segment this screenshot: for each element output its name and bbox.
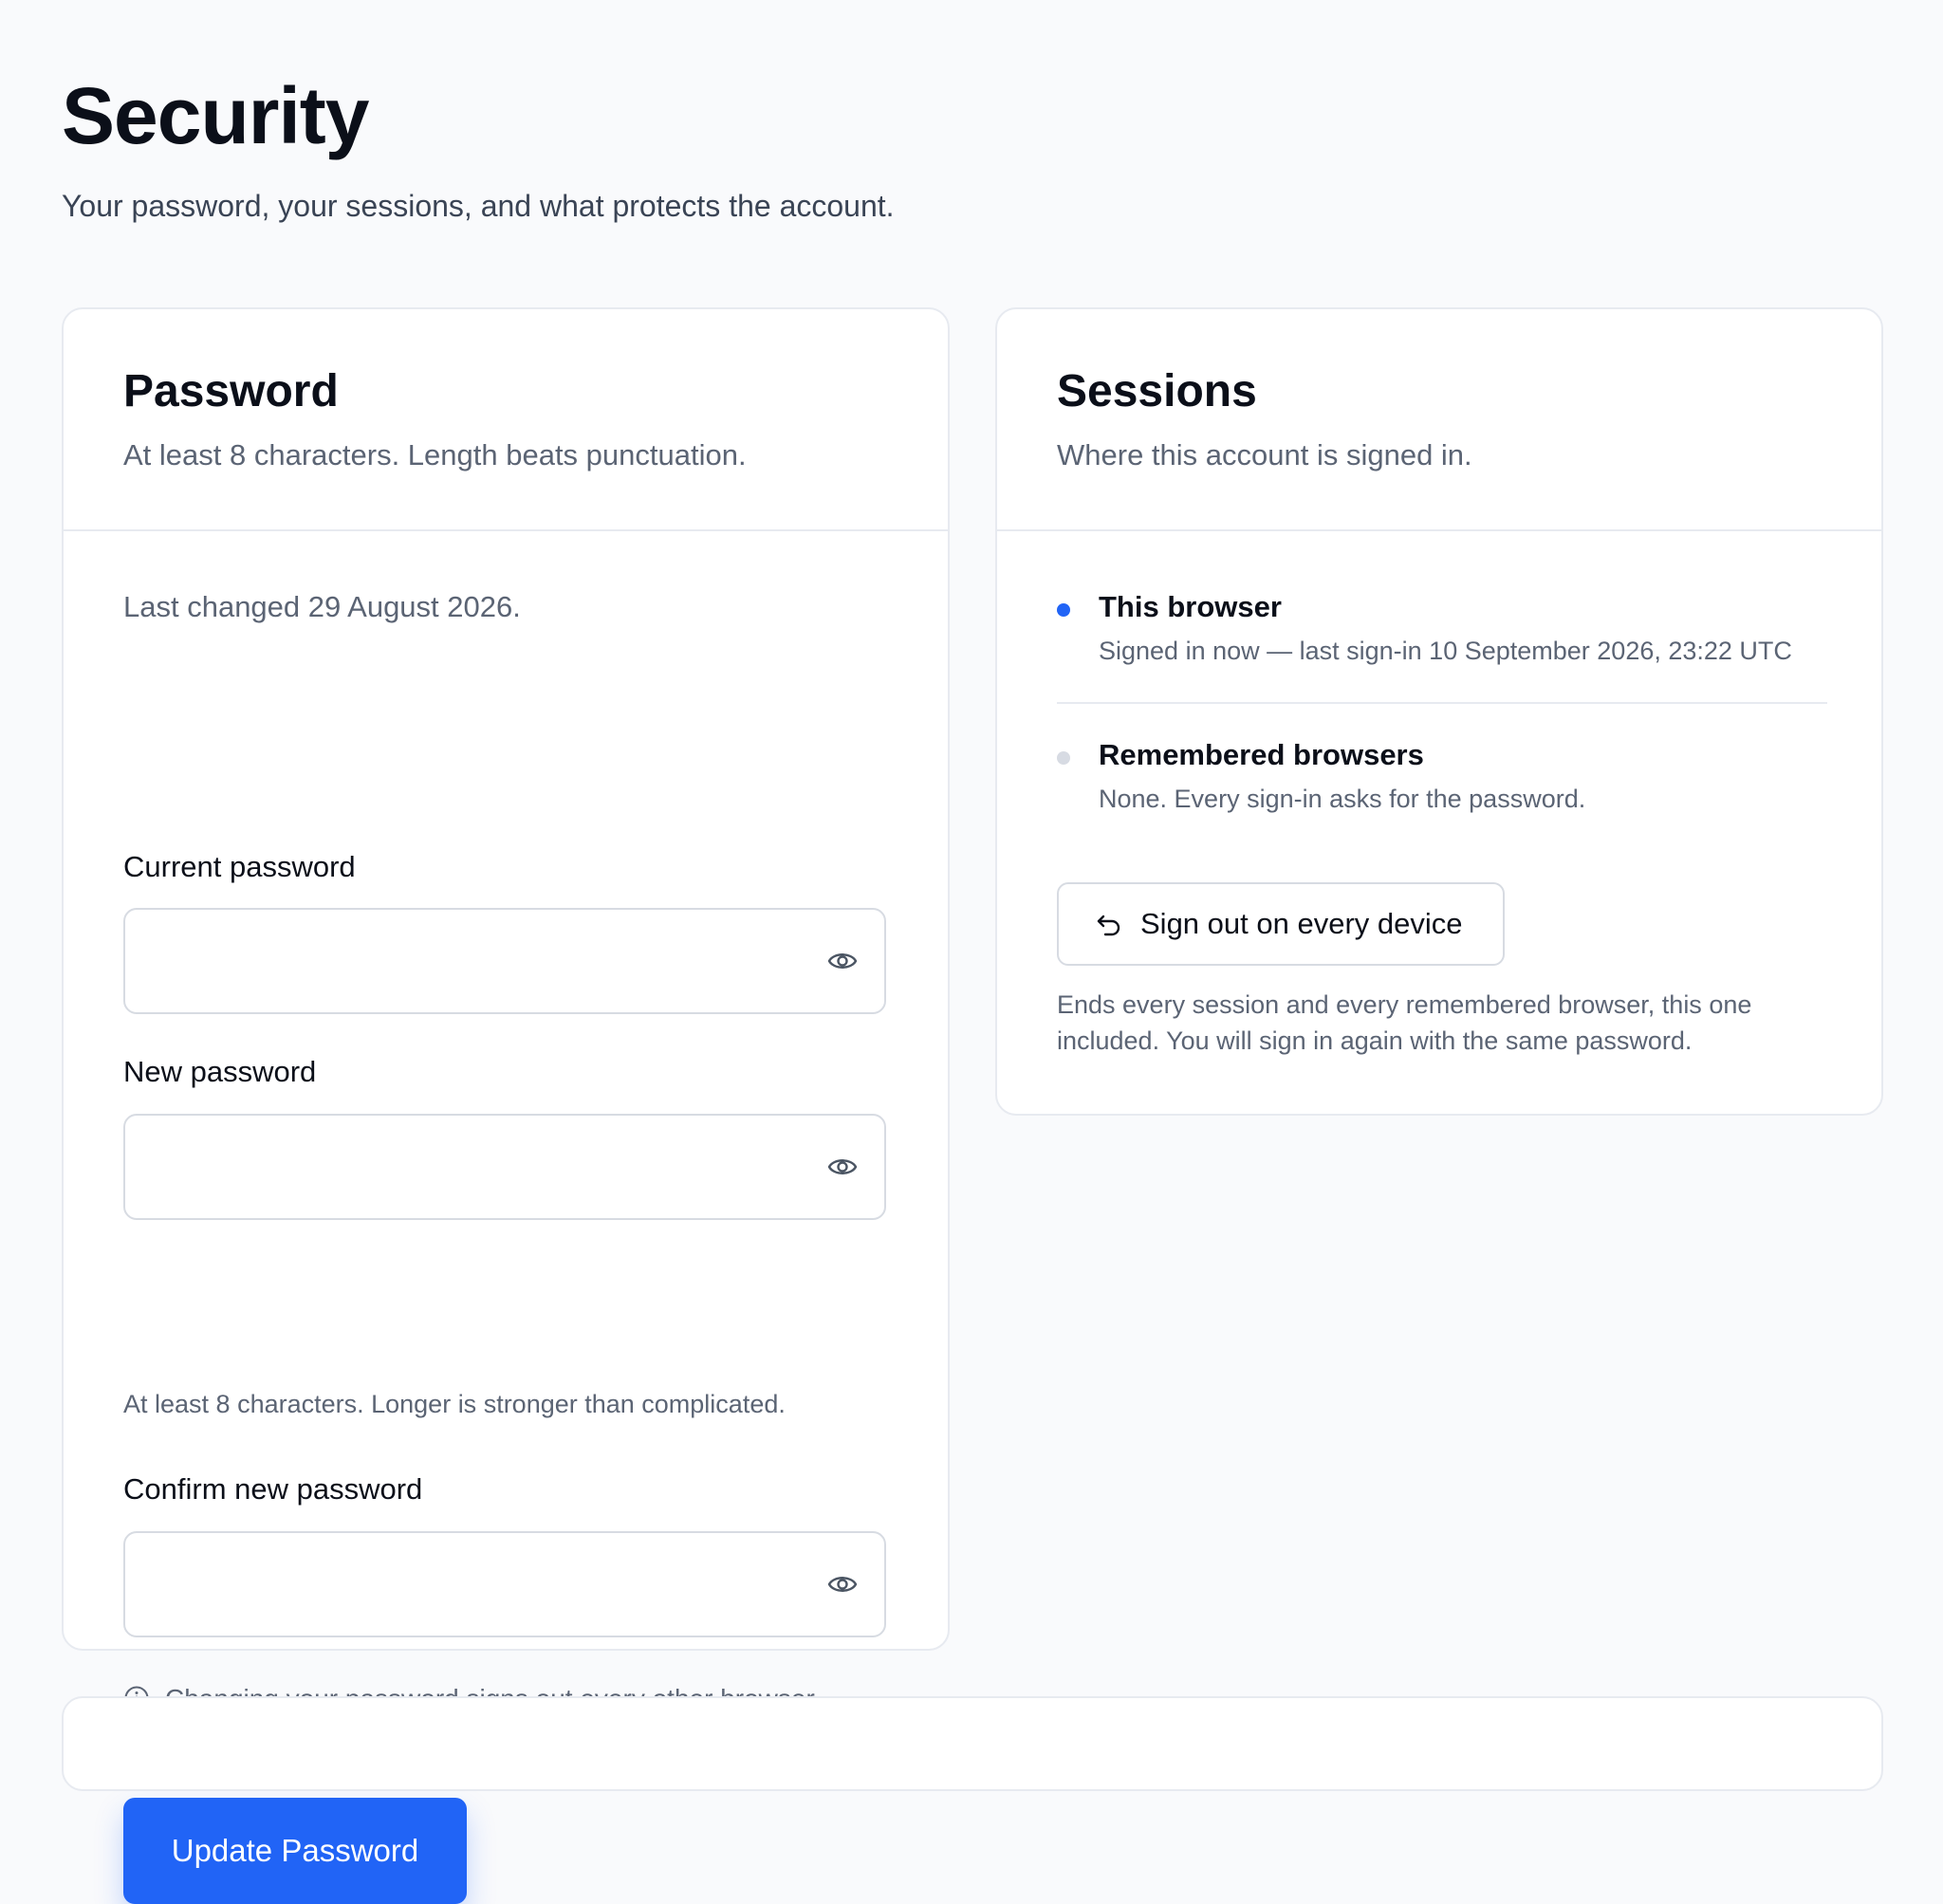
password-card-description: At least 8 characters. Length beats punc… [123,438,747,471]
page-title: Security [62,71,369,160]
sessions-card-header: Sessions Where this account is signed in… [997,309,1881,531]
password-card: Password At least 8 characters. Length b… [62,307,950,1904]
eye-icon[interactable] [827,948,858,974]
confirm-password-label: Confirm new password [123,1472,423,1506]
sessions-card-description: Where this account is signed in. [1057,438,1472,471]
session-divider [1057,702,1827,704]
session-title: Remembered browsers [1099,738,1424,771]
new-password-input[interactable] [148,1116,797,1220]
sessions-card: Sessions Where this account is signed in… [995,307,1883,1116]
undo-arrow-icon [1097,915,1120,936]
next-section-card [62,1696,1883,1791]
sign-out-description: Ends every session and every remembered … [1057,990,1752,1055]
new-password-field [123,1114,886,1220]
eye-icon[interactable] [827,1571,858,1598]
confirm-password-field [123,1531,886,1637]
password-card-title: Password [123,366,339,416]
security-page: Security Your password, your sessions, a… [62,0,1883,1904]
session-meta: None. Every sign-in asks for the passwor… [1099,785,1586,813]
status-dot-inactive [1057,751,1070,765]
status-dot-active [1057,603,1070,617]
sign-out-button-label: Sign out on every device [1140,907,1463,940]
page-subtitle: Your password, your sessions, and what p… [62,189,895,223]
password-card-header: Password At least 8 characters. Length b… [64,309,948,531]
eye-icon[interactable] [827,1154,858,1180]
update-password-button[interactable]: Update Password [123,1798,467,1904]
current-password-input[interactable] [148,910,797,1014]
current-password-label: Current password [123,850,356,883]
session-title: This browser [1099,590,1282,623]
new-password-hint: At least 8 characters. Longer is stronge… [123,1390,786,1418]
sign-out-every-device-button[interactable]: Sign out on every device [1057,882,1505,966]
sessions-card-title: Sessions [1057,366,1257,416]
session-meta: Signed in now — last sign-in 10 Septembe… [1099,637,1792,665]
current-password-field [123,908,886,1014]
confirm-password-input[interactable] [148,1533,797,1637]
last-changed-text: Last changed 29 August 2026. [123,590,521,623]
new-password-label: New password [123,1055,317,1088]
